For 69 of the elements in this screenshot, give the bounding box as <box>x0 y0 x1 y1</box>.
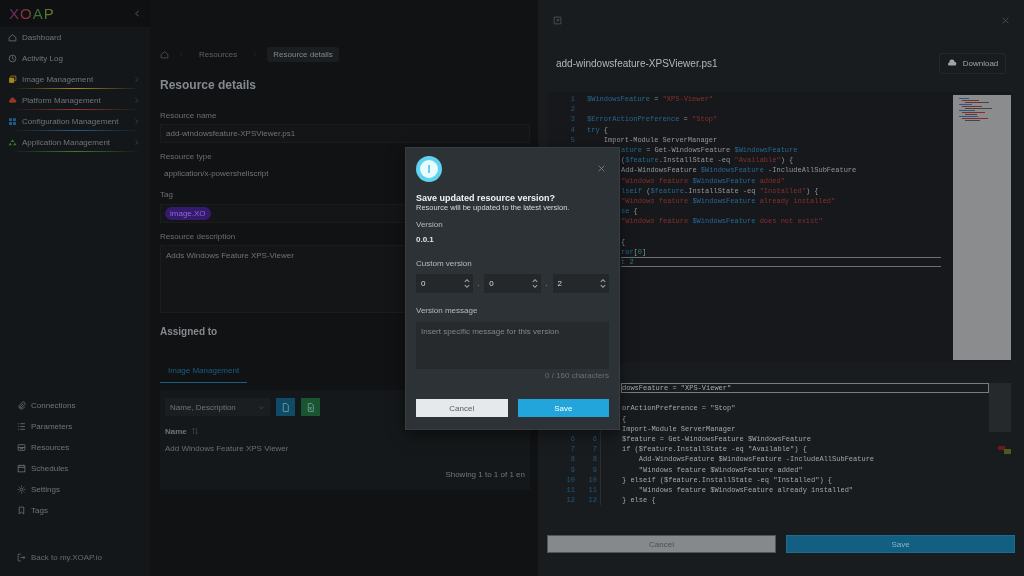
settings-icon <box>17 485 26 494</box>
list-icon <box>17 422 26 431</box>
home-icon <box>160 49 169 59</box>
column-header[interactable]: Name <box>165 426 525 436</box>
nav-item[interactable]: Connections <box>0 395 150 416</box>
version-separator: . <box>476 279 481 288</box>
message-field[interactable]: Insert specific message for this version <box>416 322 609 369</box>
version-value: 0.0.1 <box>416 235 435 245</box>
field-label: Version <box>416 220 444 230</box>
nav-item[interactable]: Parameters <box>0 416 150 437</box>
field-label: Resource type <box>160 152 212 162</box>
field-label: Resource description <box>160 232 236 242</box>
back-link[interactable]: Back to my.XOAP.io <box>0 547 150 568</box>
field-label: Custom version <box>416 259 473 269</box>
nav-item[interactable]: Application Management <box>0 132 150 153</box>
scrollbar-thumb[interactable] <box>989 383 1011 432</box>
save-button[interactable]: Save <box>517 399 609 417</box>
box-icon <box>17 443 26 452</box>
nav-item[interactable]: Activity Log <box>0 48 150 69</box>
paperclip-icon <box>17 401 26 410</box>
nav-item[interactable]: Dashboard <box>0 27 150 48</box>
sort-icon <box>190 427 199 435</box>
file-title: add-windowsfeature-XPSViewer.ps1 <box>556 57 718 69</box>
field-label: Tag <box>160 190 173 200</box>
cancel-button[interactable]: Cancel <box>416 399 508 417</box>
breadcrumb-link[interactable]: Resource details <box>267 46 339 62</box>
expand-icon <box>553 15 562 25</box>
download-button[interactable]: Download <box>939 52 1006 74</box>
nav-item[interactable]: Schedules <box>0 458 150 479</box>
tab[interactable]: Image Management <box>160 361 248 383</box>
document-icon <box>281 402 290 412</box>
nav-item[interactable]: Platform Management <box>0 90 150 111</box>
section-title: Assigned to <box>160 326 218 339</box>
dialog-title: Save updated resource version? <box>416 193 557 203</box>
export-button[interactable] <box>301 398 320 416</box>
table-cell-text: Add Windows Feature XPS Viewer <box>165 444 290 454</box>
breadcrumb-link[interactable]: Resources <box>193 46 244 62</box>
version-separator: . <box>544 279 549 288</box>
field-label: Version message <box>416 306 479 316</box>
collapse-icon <box>133 9 142 18</box>
spreadsheet-icon <box>306 402 315 412</box>
table-footer: Showing 1 to 1 of 1 en <box>445 470 525 479</box>
chevron-down-icon <box>258 403 265 411</box>
nav-item[interactable]: Tags <box>0 500 150 521</box>
filter-select[interactable]: Name, Description <box>165 398 270 416</box>
number-field[interactable]: 0 <box>416 274 473 293</box>
number-field[interactable]: 2 <box>552 274 609 293</box>
nav-item[interactable]: Configuration Management <box>0 111 150 132</box>
bookmark-icon <box>17 506 26 515</box>
info-icon <box>416 156 442 182</box>
close-icon <box>1001 15 1010 25</box>
tag-chip: image.XO <box>165 207 211 220</box>
nav-item[interactable]: Settings <box>0 479 150 500</box>
calendar-icon <box>17 464 26 473</box>
clock-icon <box>8 54 17 63</box>
field-value: application/x-powershellscript <box>163 168 269 180</box>
export-button[interactable] <box>276 398 295 416</box>
home-icon <box>8 33 17 42</box>
number-field[interactable]: 0 <box>484 274 541 293</box>
field-label: Resource name <box>160 111 217 121</box>
logout-icon <box>17 553 26 562</box>
nav-item[interactable]: Image Management <box>0 69 150 90</box>
cloud-download-icon <box>946 58 957 68</box>
close-icon <box>597 164 606 173</box>
page-title: Resource details <box>160 78 257 93</box>
save-button[interactable]: Save <box>786 535 1015 553</box>
input-field[interactable]: add-windowsfeature-XPSViewer.ps1 <box>160 124 530 143</box>
nav-item[interactable]: Resources <box>0 437 150 458</box>
diff-markers-icon <box>998 446 1011 455</box>
